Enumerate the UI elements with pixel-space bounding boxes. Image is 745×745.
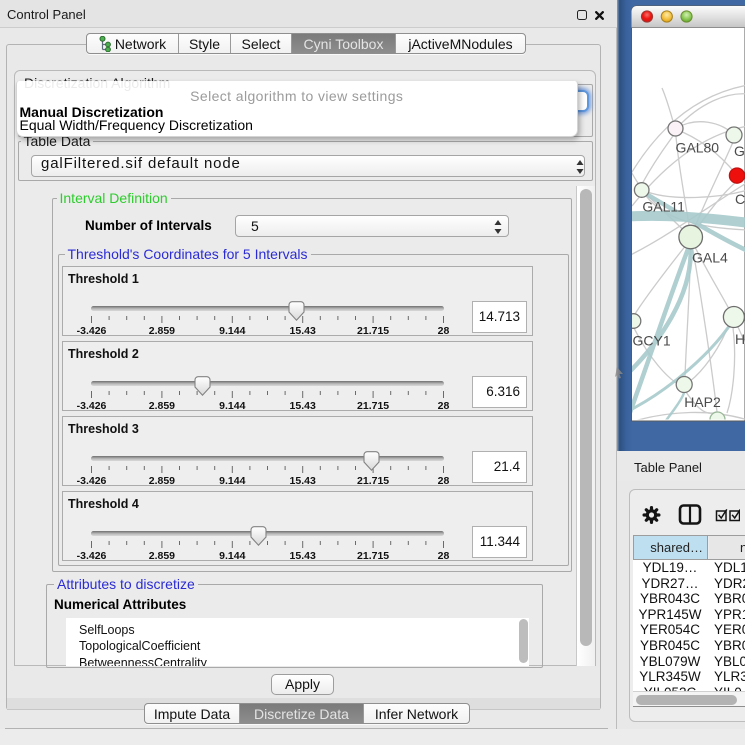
svg-text:C: C (735, 191, 745, 207)
svg-text:H: H (735, 331, 745, 347)
svg-text:GAL11: GAL11 (642, 199, 685, 215)
svg-text:GCY1: GCY1 (633, 333, 671, 349)
svg-text:HAP2: HAP2 (684, 394, 721, 410)
svg-text:GAL80: GAL80 (676, 140, 720, 156)
svg-text:GA: GA (734, 143, 745, 159)
svg-text:GAL4: GAL4 (692, 250, 728, 266)
